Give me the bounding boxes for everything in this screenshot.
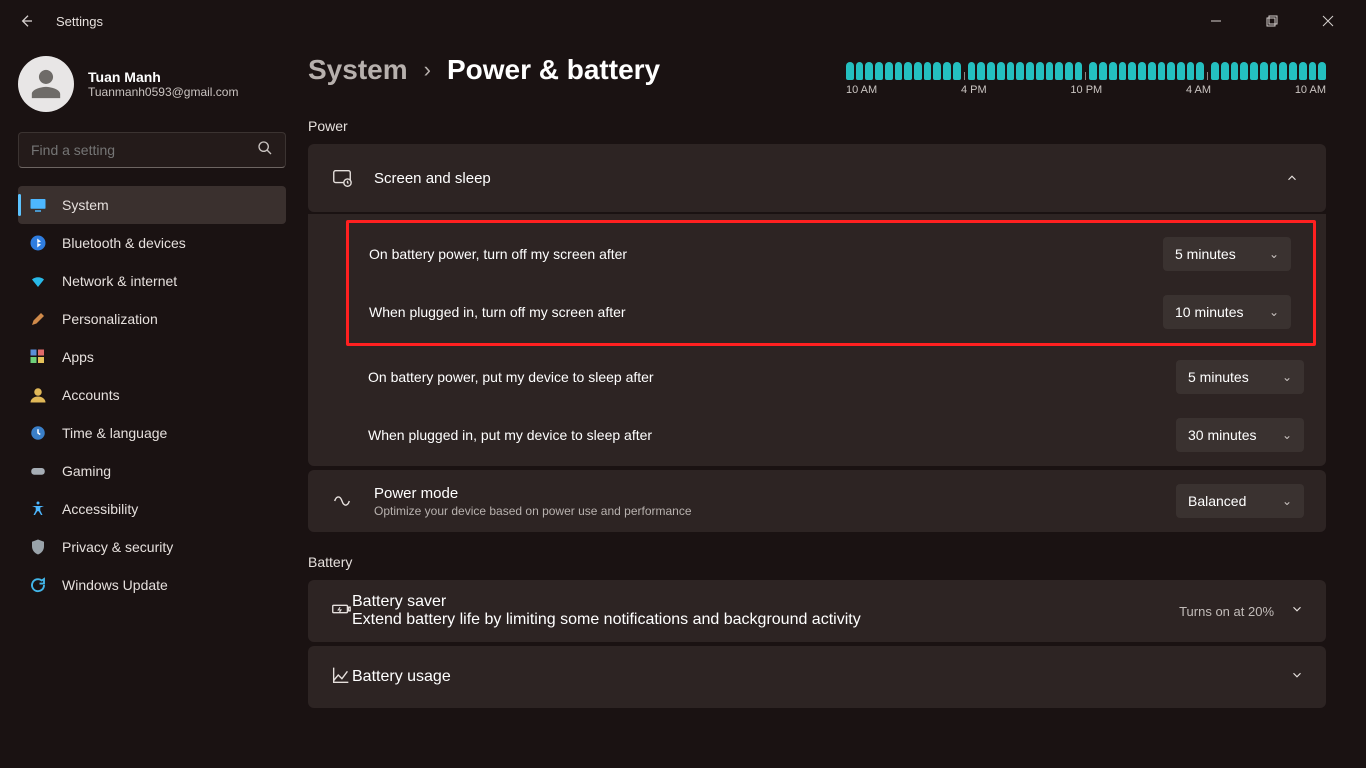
accessibility-icon — [28, 499, 48, 519]
shield-icon — [28, 537, 48, 557]
chevron-down-icon: ⌄ — [1269, 247, 1279, 261]
battery-usage-icon — [330, 664, 352, 691]
screen-sleep-panel: On battery power, turn off my screen aft… — [308, 214, 1326, 466]
profile-email: Tuanmanh0593@gmail.com — [88, 85, 238, 99]
power-mode-title: Power mode — [374, 485, 1176, 502]
chevron-down-icon: ⌄ — [1282, 370, 1292, 384]
search-icon — [257, 140, 273, 161]
sleep-plugged-row: When plugged in, put my device to sleep … — [308, 406, 1326, 464]
battery-saver-card[interactable]: Battery saver Extend battery life by lim… — [308, 580, 1326, 642]
chevron-down-icon — [1290, 668, 1304, 687]
screen-off-plugged-dropdown[interactable]: 10 minutes⌄ — [1163, 295, 1291, 329]
chevron-down-icon: ⌄ — [1282, 494, 1292, 508]
nav-label: Gaming — [62, 463, 111, 479]
screen-sleep-header[interactable]: Screen and sleep — [308, 144, 1326, 212]
sleep-battery-dropdown[interactable]: 5 minutes⌄ — [1176, 360, 1304, 394]
power-mode-dropdown[interactable]: Balanced⌄ — [1176, 484, 1304, 518]
avatar — [18, 56, 74, 112]
nav-label: Accessibility — [62, 501, 138, 517]
nav-label: Privacy & security — [62, 539, 173, 555]
apps-icon — [28, 347, 48, 367]
maximize-icon — [1266, 15, 1278, 27]
nav-gaming[interactable]: Gaming — [18, 452, 286, 490]
content-area: System › Power & battery 10 AM4 PM10 PM4… — [304, 42, 1366, 712]
power-mode-icon — [330, 489, 354, 513]
chevron-up-icon — [1280, 166, 1304, 190]
back-button[interactable] — [14, 9, 38, 33]
nav-label: System — [62, 197, 109, 213]
nav-accounts[interactable]: Accounts — [18, 376, 286, 414]
battery-saver-subtitle: Extend battery life by limiting some not… — [352, 611, 1179, 629]
person-icon — [29, 67, 63, 101]
nav-privacy[interactable]: Privacy & security — [18, 528, 286, 566]
nav-network[interactable]: Network & internet — [18, 262, 286, 300]
nav-label: Bluetooth & devices — [62, 235, 186, 251]
section-battery-label: Battery — [308, 554, 1326, 570]
minimize-button[interactable] — [1198, 7, 1234, 35]
battery-chart[interactable]: 10 AM4 PM10 PM4 AM10 AM — [846, 54, 1326, 96]
close-icon — [1322, 15, 1334, 27]
minimize-icon — [1210, 15, 1222, 27]
battery-usage-title: Battery usage — [352, 668, 1290, 686]
sleep-battery-label: On battery power, put my device to sleep… — [368, 369, 1176, 385]
nav-label: Windows Update — [62, 577, 168, 593]
screen-sleep-label: Screen and sleep — [374, 170, 1280, 187]
nav-system[interactable]: System — [18, 186, 286, 224]
nav-bluetooth[interactable]: Bluetooth & devices — [18, 224, 286, 262]
chevron-down-icon: ⌄ — [1269, 305, 1279, 319]
screen-off-plugged-label: When plugged in, turn off my screen afte… — [369, 304, 1163, 320]
monitor-icon — [28, 195, 48, 215]
battery-usage-card[interactable]: Battery usage — [308, 646, 1326, 708]
screen-off-plugged-row: When plugged in, turn off my screen afte… — [349, 283, 1313, 341]
clock-icon — [28, 423, 48, 443]
wifi-icon — [28, 271, 48, 291]
brush-icon — [28, 309, 48, 329]
profile-name: Tuan Manh — [88, 69, 238, 85]
nav-time[interactable]: Time & language — [18, 414, 286, 452]
sidebar: Tuan Manh Tuanmanh0593@gmail.com System … — [0, 42, 304, 712]
bluetooth-icon — [28, 233, 48, 253]
gamepad-icon — [28, 461, 48, 481]
nav-update[interactable]: Windows Update — [18, 566, 286, 604]
maximize-button[interactable] — [1254, 7, 1290, 35]
person-fill-icon — [28, 385, 48, 405]
screen-sleep-icon — [330, 166, 354, 190]
nav-accessibility[interactable]: Accessibility — [18, 490, 286, 528]
window-title: Settings — [56, 14, 103, 29]
sleep-battery-row: On battery power, put my device to sleep… — [308, 348, 1326, 406]
breadcrumb-root[interactable]: System — [308, 54, 408, 86]
chevron-right-icon: › — [424, 57, 431, 83]
nav-apps[interactable]: Apps — [18, 338, 286, 376]
highlight-box: On battery power, turn off my screen aft… — [346, 220, 1316, 346]
screen-off-battery-dropdown[interactable]: 5 minutes⌄ — [1163, 237, 1291, 271]
breadcrumb-leaf: Power & battery — [447, 54, 660, 86]
nav-label: Apps — [62, 349, 94, 365]
nav-label: Personalization — [62, 311, 158, 327]
chevron-down-icon — [1290, 602, 1304, 621]
back-arrow-icon — [18, 13, 34, 29]
search-input[interactable] — [31, 142, 257, 158]
power-mode-card: Power mode Optimize your device based on… — [308, 470, 1326, 532]
section-power-label: Power — [308, 118, 1326, 134]
nav-list: System Bluetooth & devices Network & int… — [18, 186, 286, 604]
breadcrumb: System › Power & battery — [308, 54, 660, 86]
search-box[interactable] — [18, 132, 286, 168]
battery-saver-status: Turns on at 20% — [1179, 604, 1274, 619]
battery-saver-title: Battery saver — [352, 593, 1179, 611]
nav-label: Network & internet — [62, 273, 177, 289]
screen-off-battery-row: On battery power, turn off my screen aft… — [349, 225, 1313, 283]
power-mode-subtitle: Optimize your device based on power use … — [374, 504, 1176, 518]
chevron-down-icon: ⌄ — [1282, 428, 1292, 442]
sleep-plugged-label: When plugged in, put my device to sleep … — [368, 427, 1176, 443]
profile-block[interactable]: Tuan Manh Tuanmanh0593@gmail.com — [18, 56, 304, 112]
nav-personalization[interactable]: Personalization — [18, 300, 286, 338]
screen-off-battery-label: On battery power, turn off my screen aft… — [369, 246, 1163, 262]
nav-label: Accounts — [62, 387, 120, 403]
sleep-plugged-dropdown[interactable]: 30 minutes⌄ — [1176, 418, 1304, 452]
battery-saver-icon — [330, 598, 352, 625]
close-button[interactable] — [1310, 7, 1346, 35]
update-icon — [28, 575, 48, 595]
nav-label: Time & language — [62, 425, 167, 441]
